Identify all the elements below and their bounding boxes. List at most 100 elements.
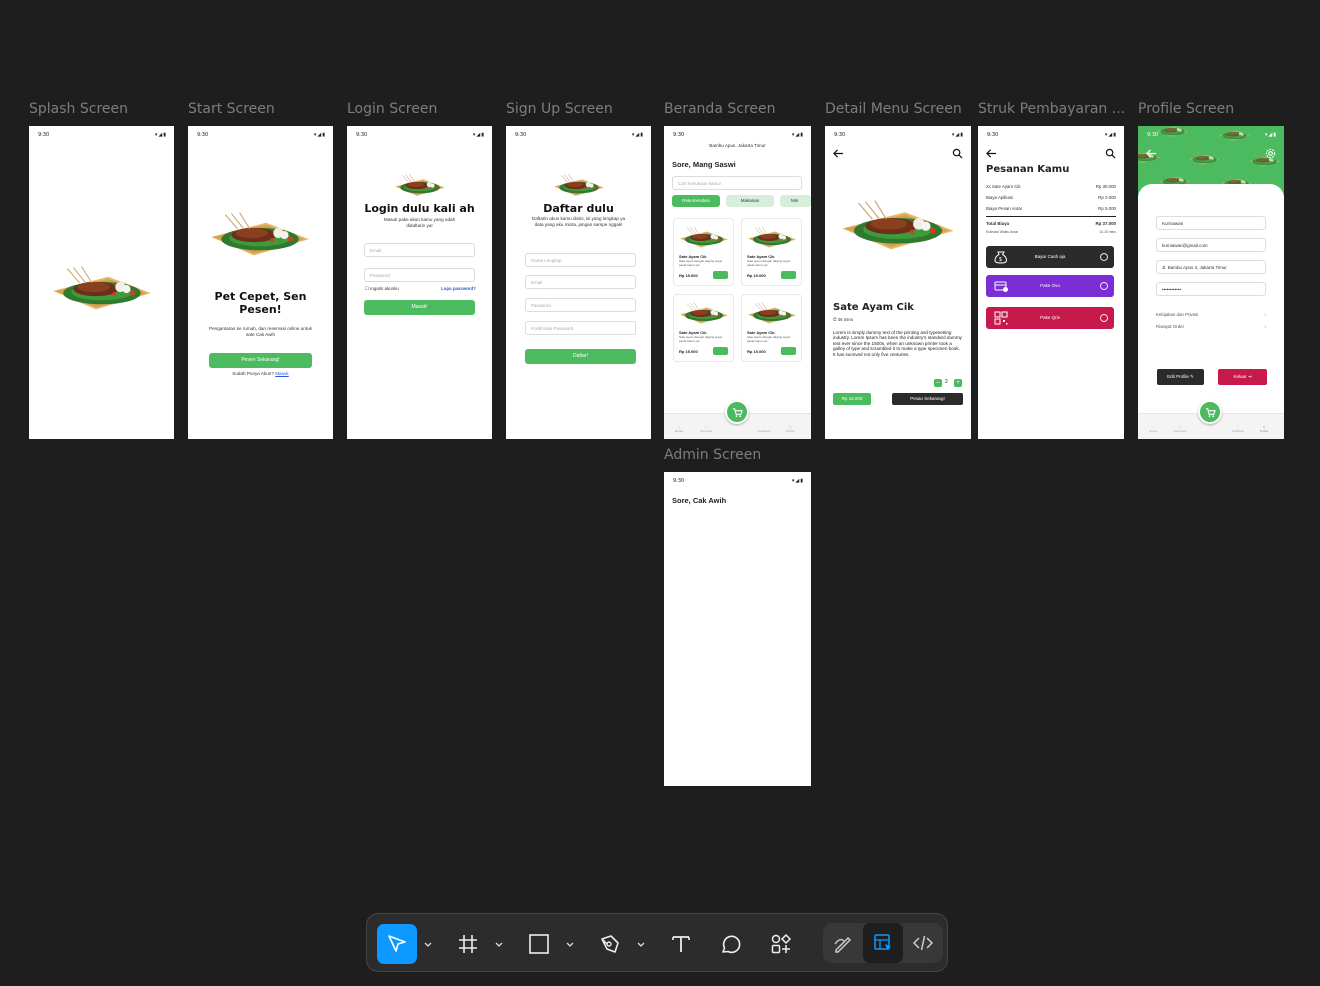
status-bar: 9:30 ▾◢▮ — [1147, 132, 1277, 138]
receipt-row: Biaya Pesan Antar Rp 5.000 — [986, 206, 1116, 211]
order-now-button[interactable]: Pesan Sekarang! — [892, 393, 963, 405]
back-arrow-icon[interactable] — [1146, 148, 1157, 159]
order-history-link[interactable]: Riwayat Order › — [1156, 324, 1266, 329]
frame-label-splash[interactable]: Splash Screen — [29, 101, 128, 117]
frame-label-profile[interactable]: Profile Screen — [1138, 101, 1234, 117]
card-price: Rp 15.000 — [679, 273, 698, 278]
beranda-screen-frame[interactable]: 9:30 ▾◢▮ Bambu Apus, Jakarta Timur Sore, … — [664, 126, 811, 439]
components-tool-button[interactable] — [761, 924, 801, 964]
menu-card[interactable]: Sate Ayam Cik Sate ayam dengan daging su… — [673, 218, 734, 286]
card-desc: Sate ayam dengan daging super pasar kamu… — [747, 259, 791, 267]
draw-mode-button[interactable] — [823, 923, 863, 963]
greeting-text: Sore, Mang Saswi — [672, 160, 736, 169]
comment-tool-button[interactable] — [711, 924, 751, 964]
gear-icon[interactable] — [1265, 148, 1276, 159]
divider — [986, 216, 1116, 217]
add-to-cart-button[interactable] — [781, 271, 796, 279]
login-link[interactable]: Masuk — [275, 371, 289, 376]
password-field[interactable]: •••••••••••• — [1156, 282, 1266, 296]
move-tool-button[interactable] — [377, 924, 417, 964]
chevron-down-icon[interactable] — [565, 940, 575, 950]
password-field[interactable]: Password — [525, 298, 636, 312]
password-field[interactable]: Password — [364, 268, 475, 282]
cart-fab[interactable] — [1198, 400, 1222, 424]
frame-label-signup[interactable]: Sign Up Screen — [506, 101, 613, 117]
order-now-button[interactable]: Pesen Sekarang! — [209, 353, 312, 368]
edit-profile-button[interactable]: Edit Profile ✎ — [1157, 369, 1204, 385]
name-field[interactable]: Kurniawan — [1156, 216, 1266, 230]
email-field[interactable]: kurniawan@gmail.com — [1156, 238, 1266, 252]
signup-screen-frame[interactable]: 9:30 ▾◢▮ Daftar dulu Daftarin akun kamu d… — [506, 126, 651, 439]
back-arrow-icon[interactable] — [986, 148, 997, 159]
chip-drink[interactable]: Min — [780, 195, 811, 207]
confirm-password-field[interactable]: Konfirmasi Password — [525, 321, 636, 335]
nav-home[interactable]: ⌂ Home — [1141, 425, 1165, 433]
text-tool-button[interactable] — [661, 924, 701, 964]
full-name-field[interactable]: Nama Lengkap — [525, 253, 636, 267]
pay-ovo-button[interactable]: Pake Ovo — [986, 275, 1114, 297]
login-title: Login dulu kali ah — [364, 202, 475, 215]
email-field[interactable]: Email — [525, 275, 636, 289]
frame-label-beranda[interactable]: Beranda Screen — [664, 101, 775, 117]
nav-notification[interactable]: ♢ Notifikasi — [752, 425, 776, 433]
search-input[interactable]: Cari Kesukaan kamu! — [672, 176, 802, 190]
email-field[interactable]: Email — [364, 243, 475, 257]
menu-card[interactable]: Sate Ayam Cik Sate ayam dengan daging su… — [673, 294, 734, 362]
chip-recommended[interactable]: Rekomendasi — [672, 195, 720, 207]
splash-screen-frame[interactable]: 9:30 ▾◢▮ — [29, 126, 174, 439]
admin-screen-frame[interactable]: 9:30 ▾◢▮ Sore, Cak Awih — [664, 472, 811, 786]
login-submit-button[interactable]: Masuk! — [364, 300, 475, 315]
frame-label-start[interactable]: Start Screen — [188, 101, 275, 117]
qty-minus-button[interactable]: – — [934, 379, 942, 387]
dev-mode-button[interactable] — [903, 923, 943, 963]
nav-home[interactable]: ⌂ Home — [667, 425, 691, 433]
add-to-cart-button[interactable] — [781, 347, 796, 355]
chevron-down-icon[interactable] — [636, 940, 646, 950]
menu-card[interactable]: Sate Ayam Cik Sate ayam dengan daging su… — [741, 218, 802, 286]
address-field[interactable]: Jl. Bambu Apus 3, Jakarta Timur — [1156, 260, 1266, 274]
back-arrow-icon[interactable] — [833, 148, 844, 159]
add-to-cart-button[interactable] — [713, 347, 728, 355]
remember-checkbox[interactable]: ☐ Ingatin akunku — [365, 286, 399, 292]
frame-tool-button[interactable] — [448, 924, 488, 964]
receipt-screen-frame[interactable]: 9:30 ▾◢▮ Pesanan Kamu 2x Sate Ayam Cik Rp … — [978, 126, 1124, 439]
nav-info[interactable]: ▭ Informasi — [1168, 425, 1192, 433]
profile-screen-frame[interactable]: 9:30 ▾◢▮ Kurniawan kurniawan@gmail.com Jl… — [1138, 126, 1284, 439]
code-brackets-icon — [912, 935, 934, 951]
admin-greeting: Sore, Cak Awih — [672, 496, 727, 505]
nav-notification[interactable]: ♢ Notifikasi — [1226, 425, 1250, 433]
pay-qris-button[interactable]: Pake Qris — [986, 307, 1114, 329]
cart-fab[interactable] — [725, 400, 749, 424]
receipt-title: Pesanan Kamu — [986, 164, 1070, 175]
forgot-password-link[interactable]: Lupa password? — [441, 286, 476, 291]
nav-profile[interactable]: ● Profile — [1252, 425, 1276, 433]
chip-food[interactable]: Makanan — [726, 195, 774, 207]
login-screen-frame[interactable]: 9:30 ▾◢▮ Login dulu kali ah Masuk pake ak… — [347, 126, 492, 439]
frame-label-detail[interactable]: Detail Menu Screen — [825, 101, 962, 117]
menu-card[interactable]: Sate Ayam Cik Sate ayam dengan daging su… — [741, 294, 802, 362]
nav-info[interactable]: ▭ Informasi — [694, 425, 718, 433]
qty-plus-button[interactable]: + — [954, 379, 962, 387]
add-to-cart-button[interactable] — [713, 271, 728, 279]
start-screen-frame[interactable]: 9:30 ▾◢▮ Pet Cepet, Sen Pesen! Pengantara… — [188, 126, 333, 439]
search-icon[interactable] — [952, 148, 963, 159]
search-icon[interactable] — [1105, 148, 1116, 159]
design-mode-button[interactable] — [863, 923, 903, 963]
nav-profile[interactable]: ◯ Profile — [778, 425, 802, 433]
sate-dish-image — [553, 173, 605, 197]
logout-button[interactable]: Keluar ⇥ — [1218, 369, 1267, 385]
pay-cash-button[interactable]: $ Bayar Cash aja — [986, 246, 1114, 268]
frame-label-admin[interactable]: Admin Screen — [664, 447, 761, 463]
location-text[interactable]: Bambu Apus, Jakarta Timur — [664, 143, 811, 149]
signup-submit-button[interactable]: Daftar! — [525, 349, 636, 364]
chevron-down-icon[interactable] — [423, 940, 433, 950]
frame-label-login[interactable]: Login Screen — [347, 101, 437, 117]
frame-label-struk[interactable]: Struk Pembayaran ... — [978, 101, 1125, 117]
frame-hash-icon — [459, 935, 477, 953]
shape-tool-button[interactable] — [519, 924, 559, 964]
chevron-down-icon[interactable] — [494, 940, 504, 950]
detail-screen-frame[interactable]: 9:30 ▾◢▮ Sate Ayam Cik ⏱ 36 mins Lorem is… — [825, 126, 971, 439]
pen-tool-button[interactable] — [590, 924, 630, 964]
status-bar: 9:30 ▾◢▮ — [987, 132, 1117, 138]
privacy-policy-link[interactable]: Kebijakan dan Privasi › — [1156, 312, 1266, 317]
